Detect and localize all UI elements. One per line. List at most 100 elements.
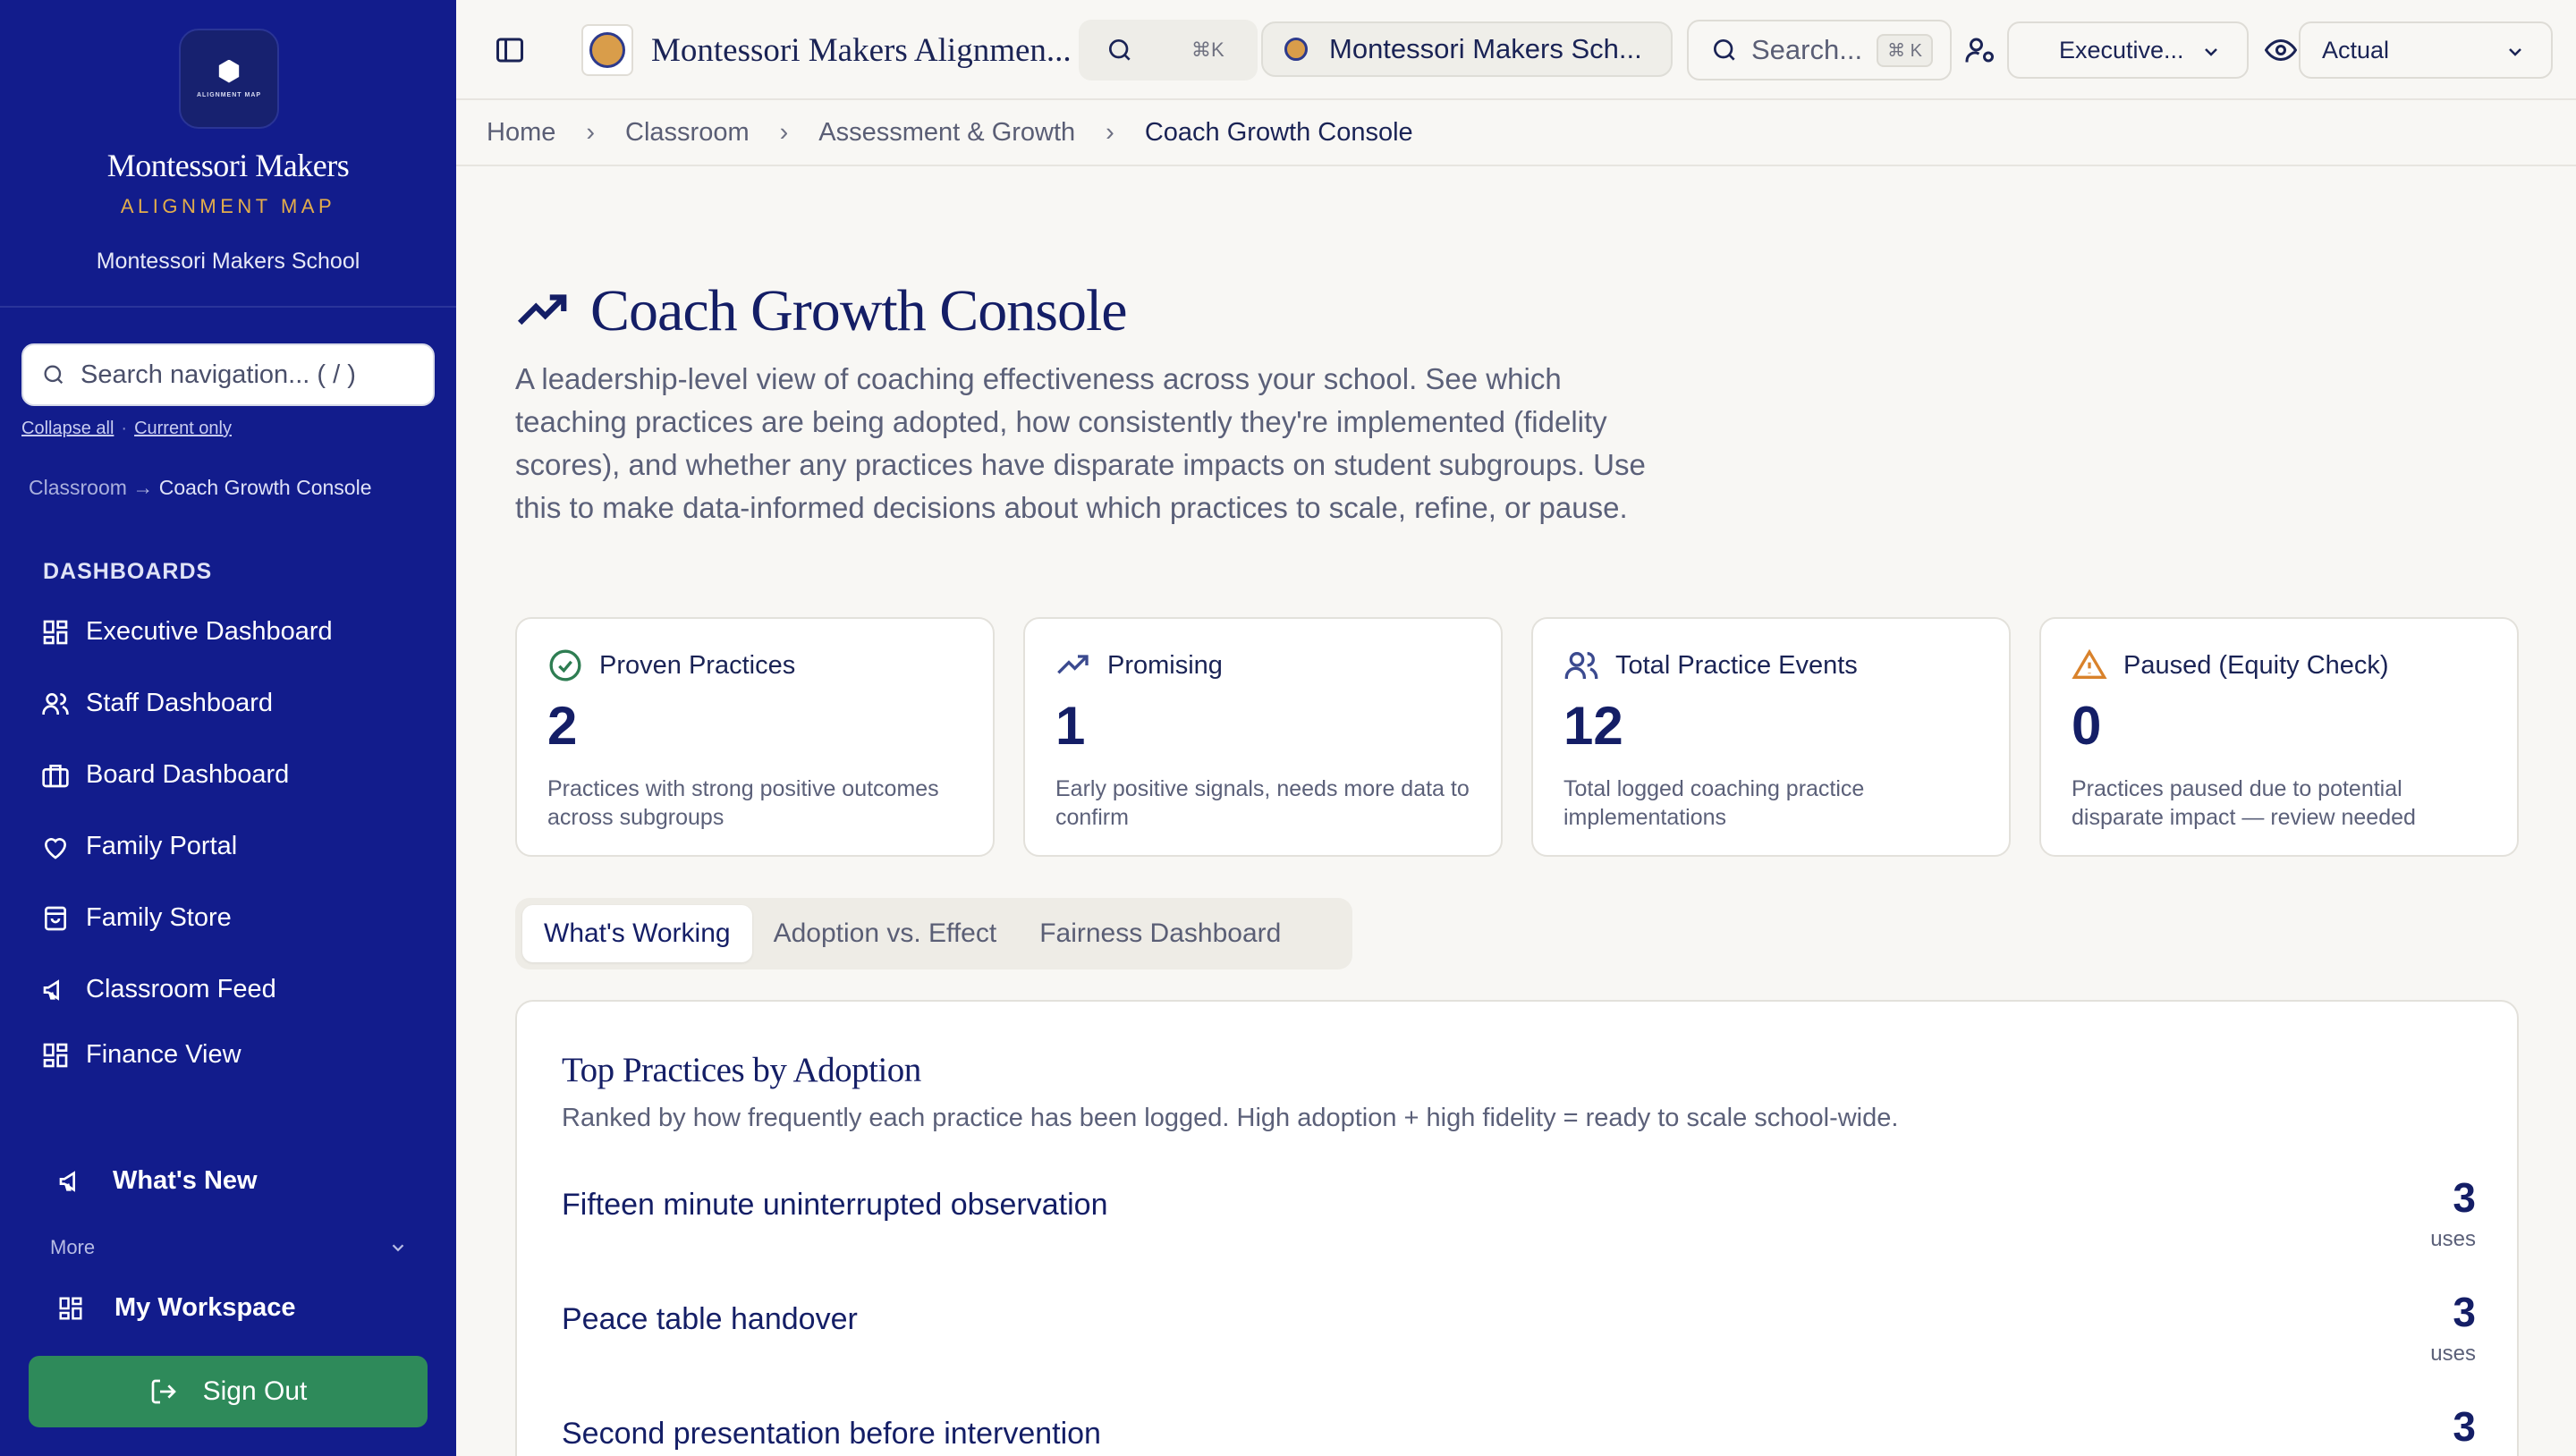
stat-card-paused-equity-check: Paused (Equity Check) 0 Practices paused… bbox=[2039, 617, 2519, 857]
role-switch-button[interactable] bbox=[1964, 34, 1996, 66]
sidebar-item-staff-dashboard[interactable]: Staff Dashboard bbox=[41, 689, 273, 718]
sidebar-crumb-parent[interactable]: Classroom bbox=[29, 476, 127, 499]
practice-name: Second presentation before intervention bbox=[562, 1417, 1101, 1451]
megaphone-icon bbox=[59, 1170, 75, 1192]
collapse-all-link[interactable]: Collapse all bbox=[21, 419, 114, 438]
grid-icon bbox=[43, 1043, 68, 1067]
chevron-down-icon bbox=[2205, 48, 2217, 56]
nav-options: Collapse all · Current only bbox=[21, 419, 232, 438]
trending-up-icon bbox=[1057, 655, 1089, 674]
stat-description: Early positive signals, needs more data … bbox=[1055, 776, 1470, 830]
global-search-input[interactable]: Search... ⌘ K bbox=[1687, 20, 1952, 80]
current-only-link[interactable]: Current only bbox=[134, 419, 232, 438]
school-badge-icon bbox=[1284, 38, 1308, 61]
page-title-text: Coach Growth Console bbox=[590, 278, 1128, 343]
stat-label: Paused (Equity Check) bbox=[2123, 650, 2389, 680]
sidebar-item-label: Family Store bbox=[86, 903, 232, 932]
sidebar-item-label: Board Dashboard bbox=[86, 760, 290, 789]
app-title[interactable]: Montessori Makers Alignmen... bbox=[581, 21, 1072, 79]
more-label: More bbox=[50, 1236, 96, 1258]
sidebar-crumb-arrow: → bbox=[132, 476, 154, 499]
check-circle-icon bbox=[549, 649, 581, 681]
search-icon bbox=[1714, 39, 1735, 61]
user-cog-icon bbox=[1965, 38, 1994, 63]
stat-description: Total logged coaching practice implement… bbox=[1563, 776, 1865, 830]
stat-value: 1 bbox=[1055, 696, 1086, 756]
stat-card-total-practice-events: Total Practice Events 12 Total logged co… bbox=[1531, 617, 2011, 857]
breadcrumb-separator: › bbox=[586, 117, 596, 147]
school-name: Montessori Makers School bbox=[96, 249, 360, 274]
sidebar-crumb-current: Coach Growth Console bbox=[158, 476, 372, 499]
top-bar: Montessori Makers Alignmen... ⌘K Montess… bbox=[456, 0, 2576, 100]
more-section-toggle[interactable]: More bbox=[50, 1236, 408, 1259]
console-tabs: What's Working Adoption vs. Effect Fairn… bbox=[515, 898, 1352, 969]
sidebar-item-family-portal[interactable]: Family Portal bbox=[41, 832, 237, 861]
breadcrumb-current: Coach Growth Console bbox=[1144, 117, 1413, 147]
role-select[interactable]: Executive... bbox=[2007, 21, 2249, 79]
users-icon bbox=[1564, 652, 1598, 679]
stat-value: 2 bbox=[547, 696, 578, 756]
practice-count: 3 bbox=[2453, 1403, 2476, 1450]
sidebar-item-classroom-feed[interactable]: Classroom Feed bbox=[41, 975, 276, 1004]
sidebar-item-family-store[interactable]: Family Store bbox=[41, 903, 232, 933]
practice-count: 3 bbox=[2453, 1174, 2476, 1221]
breadcrumb-separator: › bbox=[1106, 117, 1114, 147]
grid-icon bbox=[59, 1297, 82, 1319]
view-mode-value: Actual bbox=[2322, 36, 2390, 63]
panel-title: Top Practices by Adoption bbox=[562, 1051, 921, 1089]
chevron-down-icon bbox=[392, 1244, 404, 1252]
brand-logo[interactable]: ALIGNMENT MAP bbox=[179, 29, 279, 129]
search-shortcut: ⌘ K bbox=[1877, 33, 1933, 67]
view-mode-select[interactable]: Actual bbox=[2299, 21, 2553, 79]
breadcrumb-assessment-growth[interactable]: Assessment & Growth bbox=[818, 118, 1075, 148]
top-practices-panel: Top Practices by Adoption Ranked by how … bbox=[515, 1000, 2519, 1456]
breadcrumb-classroom[interactable]: Classroom bbox=[625, 118, 750, 148]
command-palette-button[interactable]: ⌘K bbox=[1079, 20, 1258, 80]
practice-count: 3 bbox=[2453, 1289, 2476, 1335]
section-heading-dashboards: DASHBOARDS bbox=[43, 559, 213, 584]
my-workspace-label: My Workspace bbox=[114, 1293, 296, 1322]
nav-search-input[interactable]: Search navigation... ( / ) bbox=[21, 343, 435, 406]
brand-name: Montessori Makers bbox=[106, 148, 350, 183]
sidebar-item-label: Executive Dashboard bbox=[86, 617, 333, 646]
role-select-value: Executive... bbox=[2059, 36, 2184, 63]
practice-unit: uses bbox=[2430, 1227, 2476, 1251]
shopping-bag-icon bbox=[45, 906, 66, 930]
panel-left-icon bbox=[496, 38, 523, 63]
my-workspace-link[interactable]: My Workspace bbox=[57, 1293, 296, 1323]
whats-new-label: What's New bbox=[113, 1166, 258, 1195]
sidebar-item-board-dashboard[interactable]: Board Dashboard bbox=[41, 760, 289, 790]
warning-icon bbox=[2072, 648, 2107, 679]
grid-icon bbox=[43, 620, 68, 644]
stat-label: Promising bbox=[1107, 650, 1223, 680]
school-switcher[interactable]: Montessori Makers Sch... bbox=[1261, 21, 1673, 77]
nav-search-placeholder: Search navigation... ( / ) bbox=[80, 360, 356, 389]
sidebar-item-label: Classroom Feed bbox=[86, 975, 276, 1003]
stat-value: 0 bbox=[2072, 696, 2102, 756]
stat-description: Practices paused due to potential dispar… bbox=[2072, 776, 2416, 830]
breadcrumb-home[interactable]: Home bbox=[487, 118, 555, 148]
practice-name: Peace table handover bbox=[562, 1302, 858, 1336]
page-title: Coach Growth Console bbox=[515, 277, 1128, 345]
cmdk-shortcut: ⌘K bbox=[1191, 38, 1224, 61]
practice-row[interactable]: Peace table handover 3 uses bbox=[562, 1288, 2476, 1395]
sidebar-toggle-button[interactable] bbox=[494, 34, 526, 66]
sidebar-item-executive-dashboard[interactable]: Executive Dashboard bbox=[41, 617, 333, 647]
practice-row[interactable]: Fifteen minute uninterrupted observation… bbox=[562, 1173, 2476, 1281]
megaphone-icon bbox=[43, 978, 59, 1001]
tab-adoption-vs-effect[interactable]: Adoption vs. Effect bbox=[752, 905, 1019, 962]
whats-new-link[interactable]: What's New bbox=[57, 1166, 258, 1196]
log-out-icon bbox=[151, 1379, 176, 1404]
stat-label: Proven Practices bbox=[599, 650, 796, 680]
tab-whats-working[interactable]: What's Working bbox=[522, 905, 752, 962]
sidebar-divider bbox=[0, 306, 456, 308]
practice-row[interactable]: Second presentation before intervention … bbox=[562, 1402, 2476, 1456]
breadcrumb-separator: › bbox=[779, 117, 789, 147]
sidebar-item-label: Finance View bbox=[86, 1040, 242, 1069]
stat-description: Practices with strong positive outcomes … bbox=[547, 776, 939, 830]
sidebar: ALIGNMENT MAP Montessori Makers ALIGNMEN… bbox=[0, 0, 456, 1456]
sign-out-button[interactable]: Sign Out bbox=[29, 1356, 428, 1427]
search-icon bbox=[1109, 39, 1131, 61]
sidebar-item-finance-view[interactable]: Finance View bbox=[41, 1040, 242, 1070]
tab-fairness-dashboard[interactable]: Fairness Dashboard bbox=[1018, 905, 1302, 962]
